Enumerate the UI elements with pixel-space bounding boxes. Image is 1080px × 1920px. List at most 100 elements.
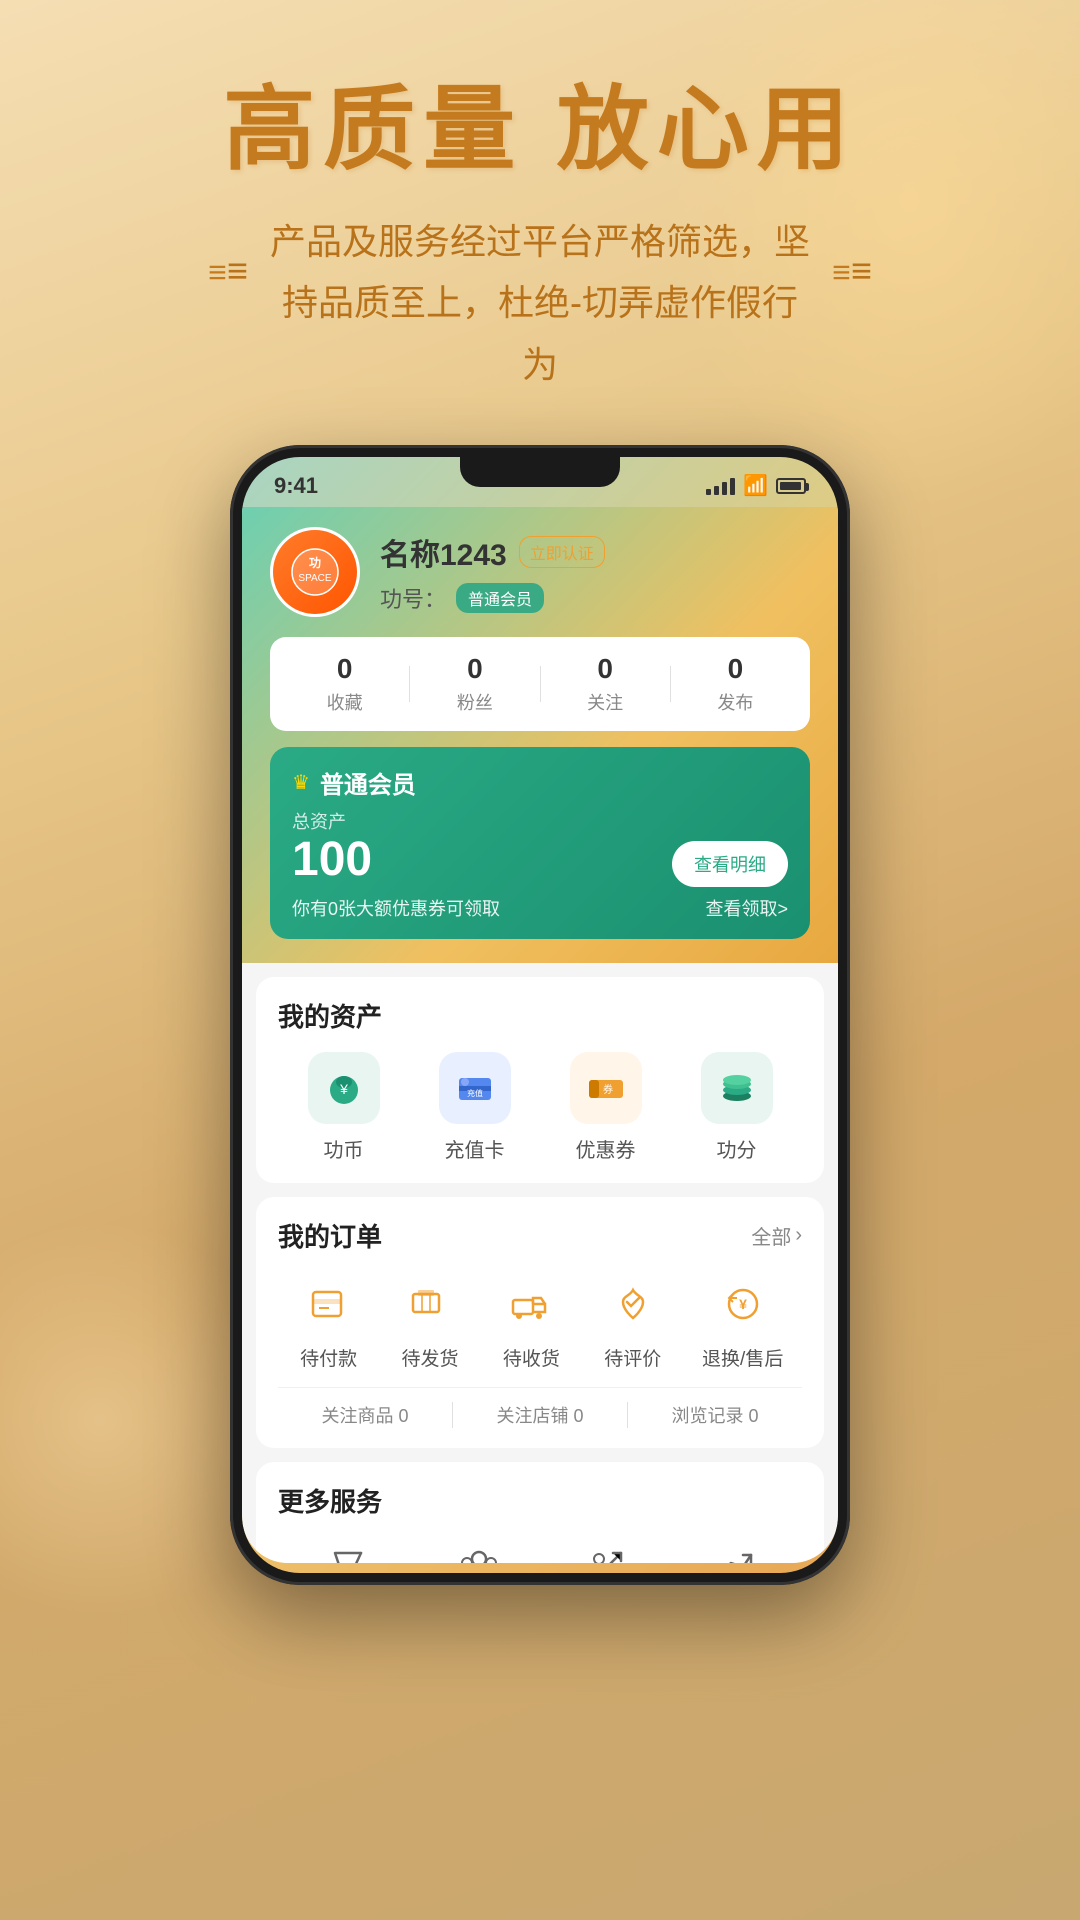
profile-name: 名称1243 [380, 530, 507, 574]
pending-ship-icon [398, 1272, 462, 1336]
crown-icon: ♛ [292, 770, 310, 795]
more-services-grid: 我的发布 我的拼团 [278, 1537, 802, 1563]
my-orders-section: 我的订单 全部 › [256, 1197, 824, 1448]
card-icon-circle: 充值 [439, 1052, 511, 1124]
member-level: 普通会员 [320, 765, 416, 800]
svg-text:功: 功 [309, 555, 321, 570]
coupon-text: 你有0张大额优惠券可领取 [292, 895, 500, 921]
pending-pay-label: 待付款 [300, 1344, 357, 1371]
member-card-middle: 总资产 100 查看明细 [292, 808, 788, 887]
svg-text:¥: ¥ [739, 1296, 747, 1312]
stat-label-collect: 收藏 [280, 689, 409, 715]
return-label: 退换/售后 [702, 1344, 783, 1371]
status-icons: 📶 [706, 473, 806, 498]
detail-button[interactable]: 查看明细 [672, 841, 788, 887]
pending-review-label: 待评价 [604, 1344, 661, 1371]
service-item-group[interactable]: 我的拼团 [443, 1537, 515, 1563]
bottom-link-shop[interactable]: 关注店铺 0 [452, 1402, 627, 1428]
sub-description: ≡ 产品及服务经过平台严格筛选，坚 ≡ 持品质至上，杜绝-切弄虚作假行 为 [0, 211, 1080, 395]
card-icon: 充值 [455, 1068, 495, 1108]
order-item-pending-review[interactable]: 待评价 [601, 1272, 665, 1371]
svg-text:充值: 充值 [467, 1088, 483, 1098]
pending-review-icon [601, 1272, 665, 1336]
coupon-label: 优惠券 [576, 1134, 636, 1163]
asset-item-gongbi[interactable]: ¥ 功币 [308, 1052, 380, 1163]
member-card: ♛ 普通会员 总资产 100 查看明细 你有0张大额优惠券可领取 [270, 747, 810, 939]
asset-value: 100 [292, 834, 372, 887]
assets-icon-grid: ¥ 功币 充值 [278, 1052, 802, 1163]
bottom-link-goods[interactable]: 关注商品 0 [278, 1402, 452, 1428]
member-badge: 普通会员 [456, 583, 544, 613]
gongfen-label: 功分 [717, 1134, 757, 1163]
screen-content: 功 SPACE 名称1243 立即认证 功号： [242, 507, 838, 1563]
gongbi-label: 功币 [324, 1134, 364, 1163]
gongfen-icon [717, 1068, 757, 1108]
stat-value-publish: 0 [671, 653, 800, 685]
order-item-return[interactable]: ¥ 退换/售后 [702, 1272, 783, 1371]
my-assets-section: 我的资产 ¥ 功币 [256, 977, 824, 1183]
desc-line3: 为 [60, 334, 1020, 395]
main-title: 高质量 放心用 [0, 80, 1080, 181]
bottom-link-history[interactable]: 浏览记录 0 [627, 1402, 802, 1428]
phone-container: 9:41 📶 [0, 445, 1080, 1585]
asset-item-card[interactable]: 充值 充值卡 [439, 1052, 511, 1163]
order-item-pending-receive[interactable]: 待收货 [499, 1272, 563, 1371]
top-section: 高质量 放心用 ≡ 产品及服务经过平台严格筛选，坚 ≡ 持品质至上，杜绝-切弄虚… [0, 0, 1080, 395]
stat-item-collect[interactable]: 0 收藏 [280, 653, 409, 715]
publish-icon [315, 1537, 375, 1563]
member-card-top: ♛ 普通会员 [292, 765, 788, 800]
service-item-bargain[interactable]: 砍价 [577, 1537, 637, 1563]
stat-label-fans: 粉丝 [410, 689, 539, 715]
stat-item-follow[interactable]: 0 关注 [541, 653, 670, 715]
orders-all-link[interactable]: 全部 › [751, 1221, 802, 1250]
service-item-publish[interactable]: 我的发布 [309, 1537, 381, 1563]
wifi-icon: 📶 [743, 473, 768, 498]
more-services-header: 更多服务 [278, 1482, 802, 1519]
avatar-logo-svg: 功 SPACE [290, 547, 340, 597]
svg-text:¥: ¥ [339, 1081, 348, 1097]
gongbi-icon-circle: ¥ [308, 1052, 380, 1124]
order-item-pending-ship[interactable]: 待发货 [398, 1272, 462, 1371]
bargain-icon [577, 1537, 637, 1563]
promote-icon [705, 1537, 765, 1563]
asset-section: 总资产 100 [292, 808, 372, 887]
svg-text:券: 券 [603, 1083, 613, 1096]
order-item-pending-pay[interactable]: 待付款 [297, 1272, 361, 1371]
coupon-icon-circle: 券 [570, 1052, 642, 1124]
stat-label-follow: 关注 [541, 689, 670, 715]
assets-section-header: 我的资产 [278, 997, 802, 1034]
asset-label: 总资产 [292, 808, 372, 834]
card-label: 充值卡 [445, 1134, 505, 1163]
avatar: 功 SPACE [270, 527, 360, 617]
desc-deco-left: ≡ [198, 240, 258, 243]
stat-item-fans[interactable]: 0 粉丝 [410, 653, 539, 715]
chevron-icon: › [795, 1224, 802, 1247]
return-icon: ¥ [711, 1272, 775, 1336]
stat-item-publish[interactable]: 0 发布 [671, 653, 800, 715]
pending-receive-label: 待收货 [503, 1344, 560, 1371]
verify-badge[interactable]: 立即认证 [519, 536, 605, 568]
more-services-title: 更多服务 [278, 1482, 382, 1519]
service-item-promote[interactable]: 推广中心 [699, 1537, 771, 1563]
stat-label-publish: 发布 [671, 689, 800, 715]
gongbi-icon: ¥ [324, 1068, 364, 1108]
coupon-link[interactable]: 查看领取> [705, 895, 788, 921]
profile-info: 名称1243 立即认证 功号： 普通会员 [380, 530, 810, 614]
group-icon [449, 1537, 509, 1563]
phone-screen: 9:41 📶 [242, 457, 838, 1573]
order-grid: 待付款 待发货 [278, 1272, 802, 1371]
stats-row: 0 收藏 0 粉丝 0 关注 [270, 637, 810, 731]
assets-title: 我的资产 [278, 997, 382, 1034]
asset-item-coupon[interactable]: 券 优惠券 [570, 1052, 642, 1163]
coupon-row: 你有0张大额优惠券可领取 查看领取> [292, 895, 788, 921]
orders-title: 我的订单 [278, 1217, 382, 1254]
pending-receive-icon [499, 1272, 563, 1336]
asset-item-gongfen[interactable]: 功分 [701, 1052, 773, 1163]
profile-header: 功 SPACE 名称1243 立即认证 功号： [242, 507, 838, 963]
coupon-icon: 券 [586, 1068, 626, 1108]
pending-ship-label: 待发货 [402, 1344, 459, 1371]
more-services-section: 更多服务 我的发布 [256, 1462, 824, 1563]
profile-top: 功 SPACE 名称1243 立即认证 功号： [270, 527, 810, 617]
phone-frame: 9:41 📶 [230, 445, 850, 1585]
profile-id-row: 功号： 普通会员 [380, 582, 810, 614]
